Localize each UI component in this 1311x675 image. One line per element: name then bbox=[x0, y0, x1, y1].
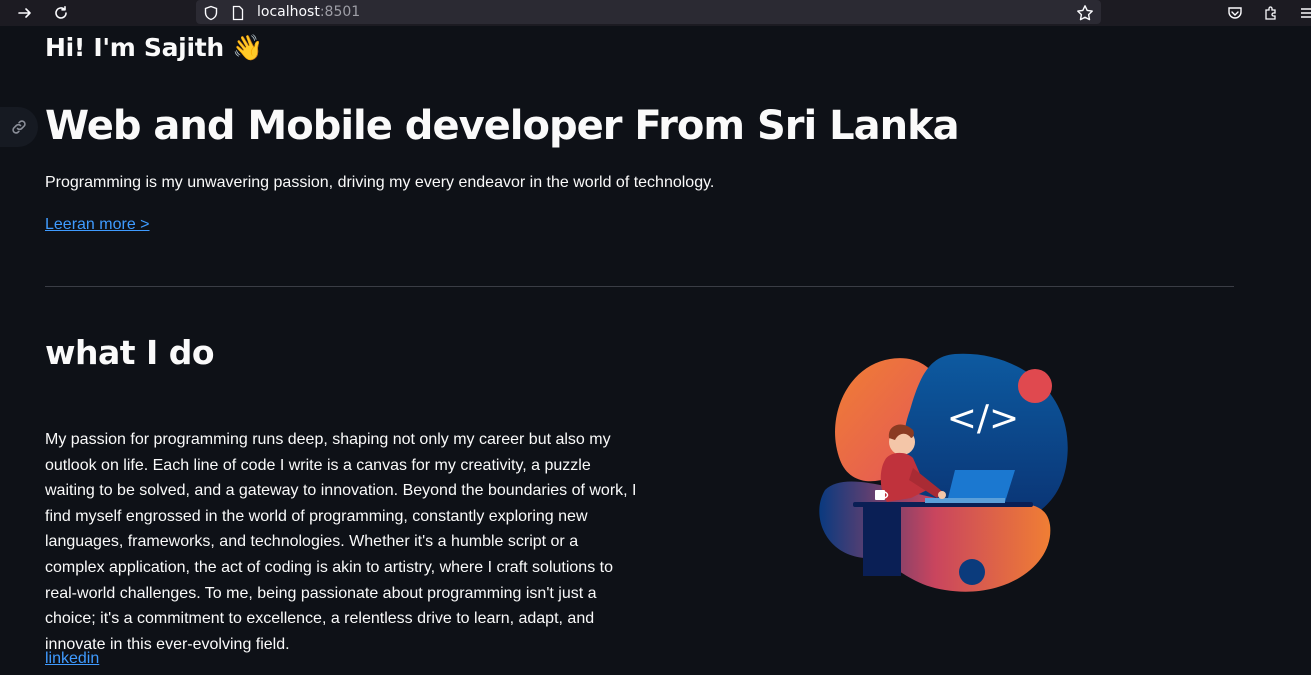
bookmark-star-icon[interactable] bbox=[1072, 0, 1098, 26]
url-port: :8501 bbox=[319, 4, 361, 20]
section-title-what-i-do: what I do bbox=[45, 333, 215, 372]
menu-icon[interactable] bbox=[1294, 0, 1311, 26]
extensions-icon[interactable] bbox=[1258, 0, 1284, 26]
shield-icon[interactable] bbox=[198, 0, 224, 26]
greeting-heading: Hi! I'm Sajith 👋 bbox=[45, 33, 264, 62]
address-bar[interactable]: localhost:8501 bbox=[196, 0, 1101, 24]
link-icon bbox=[12, 120, 26, 134]
browser-toolbar: localhost:8501 bbox=[0, 0, 1311, 26]
code-glyph: </> bbox=[947, 398, 1019, 439]
developer-illustration: </> bbox=[819, 353, 1068, 592]
forward-arrow-icon[interactable] bbox=[12, 0, 38, 26]
header-anchor-link[interactable] bbox=[0, 107, 38, 147]
section-divider bbox=[45, 286, 1234, 287]
url-host: localhost bbox=[257, 4, 320, 20]
url-text: localhost:8501 bbox=[257, 4, 360, 20]
tagline-text: Programming is my unwavering passion, dr… bbox=[45, 174, 715, 191]
reload-icon[interactable] bbox=[48, 0, 74, 26]
learn-more-link[interactable]: Leeran more > bbox=[45, 216, 150, 234]
page-icon[interactable] bbox=[225, 0, 251, 26]
pocket-icon[interactable] bbox=[1222, 0, 1248, 26]
linkedin-link[interactable]: linkedin bbox=[45, 650, 99, 668]
page-title: Web and Mobile developer From Sri Lanka bbox=[45, 103, 960, 149]
about-paragraph: My passion for programming runs deep, sh… bbox=[45, 431, 637, 653]
